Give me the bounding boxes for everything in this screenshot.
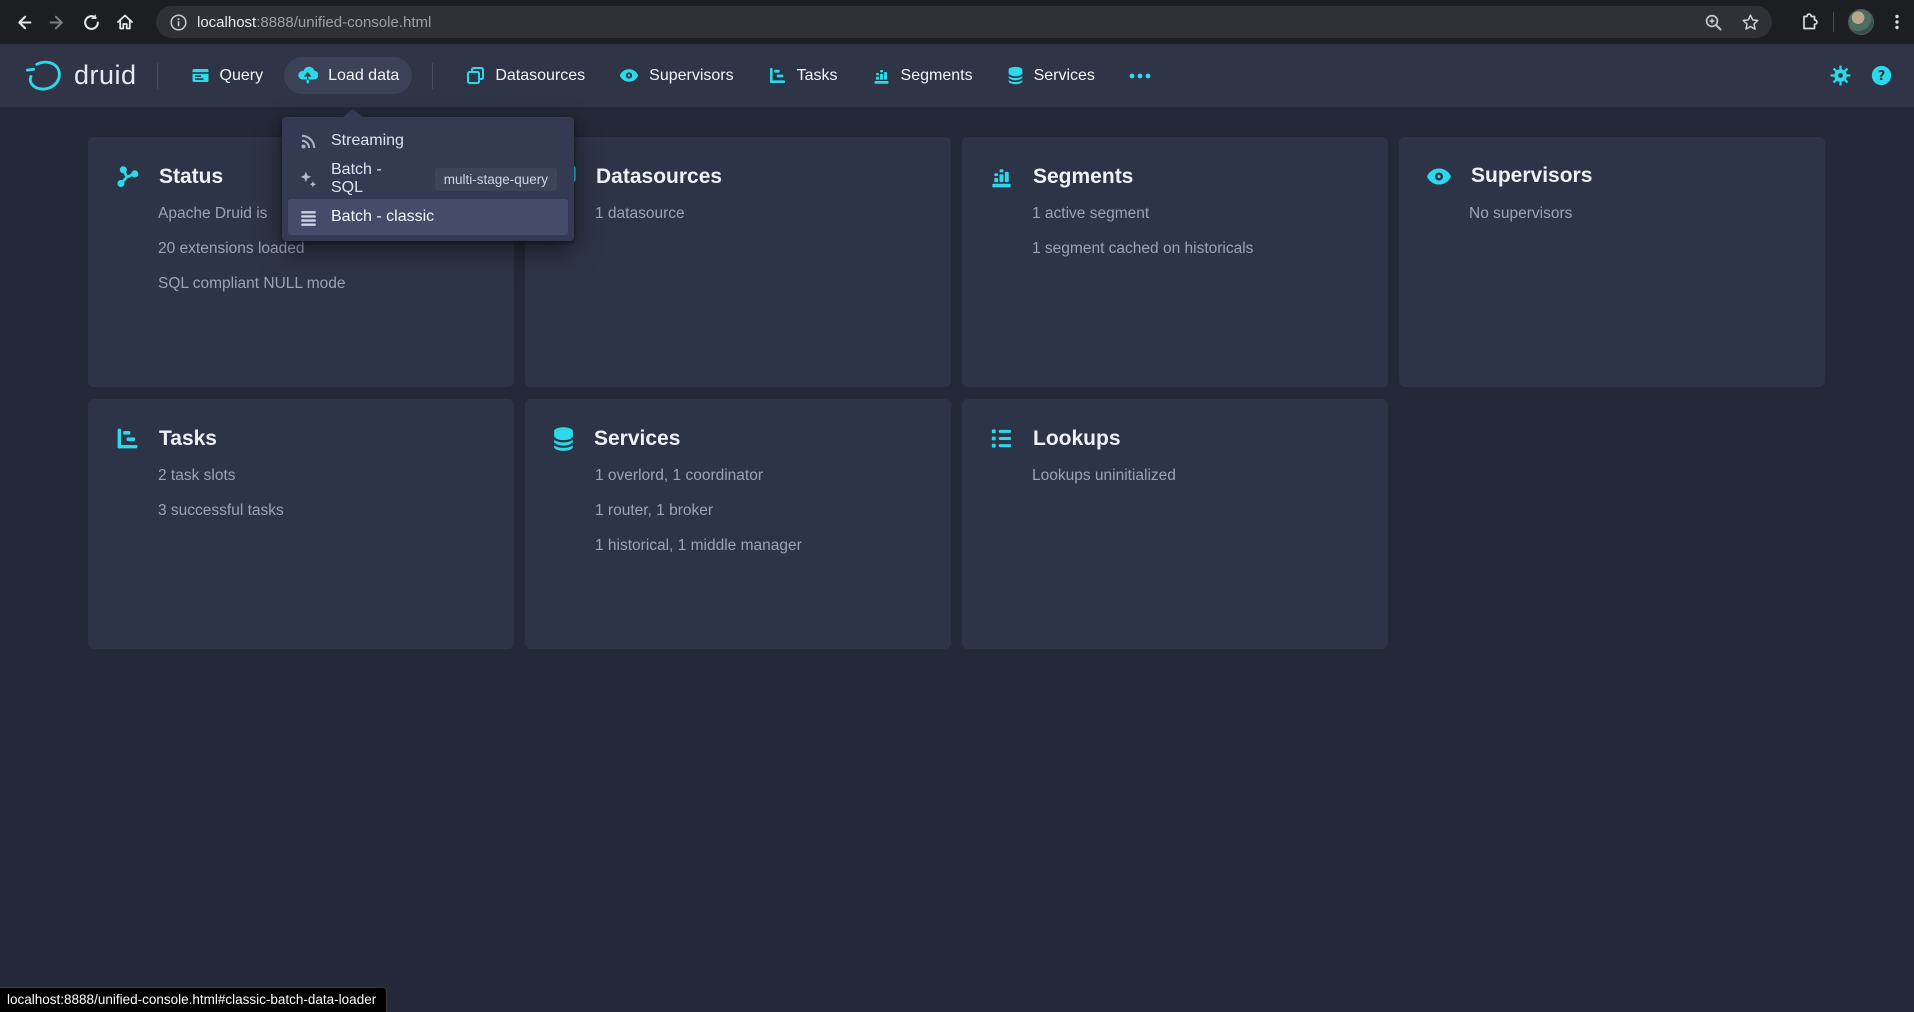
card-datasources[interactable]: Datasources 1 datasource (525, 137, 951, 387)
nav-item-segments[interactable]: Segments (859, 57, 986, 94)
services-line: 1 overlord, 1 coordinator (595, 458, 931, 493)
menu-item-batch-classic[interactable]: Batch - classic (288, 199, 568, 235)
druid-brand[interactable]: druid (24, 58, 137, 94)
eye-icon (619, 68, 639, 83)
card-title-services: Services (594, 427, 680, 451)
back-icon (14, 13, 33, 32)
nav-divider (432, 63, 433, 89)
nav-item-tasks[interactable]: Tasks (755, 57, 851, 94)
more-dots-icon (1129, 73, 1151, 79)
card-title-status: Status (159, 165, 223, 189)
home-icon (115, 12, 135, 32)
lookups-line: Lookups uninitialized (1032, 458, 1368, 493)
card-supervisors[interactable]: Supervisors No supervisors (1399, 137, 1825, 387)
nav-item-load-data[interactable]: Load data (284, 57, 412, 94)
list-icon (299, 208, 318, 227)
query-icon (191, 66, 210, 85)
forward-button[interactable] (40, 5, 74, 39)
nav-divider (157, 63, 158, 89)
help-icon[interactable]: ? (1871, 65, 1892, 86)
menu-label-batch-classic: Batch - classic (331, 208, 434, 226)
eye-icon (1426, 167, 1452, 186)
menu-item-streaming[interactable]: Streaming (288, 123, 568, 159)
nav-item-services[interactable]: Services (994, 57, 1108, 94)
datasources-line: 1 datasource (595, 196, 931, 231)
nav-label-supervisors: Supervisors (649, 67, 733, 85)
graph-icon (115, 164, 140, 189)
bar-chart-icon (989, 164, 1014, 189)
brand-name: druid (74, 60, 137, 91)
nav-label-segments: Segments (901, 67, 973, 85)
nav-label-query: Query (220, 67, 264, 85)
bar-chart-icon (872, 66, 891, 85)
back-button[interactable] (6, 5, 40, 39)
nav-label-load-data: Load data (328, 67, 399, 85)
card-title-datasources: Datasources (596, 165, 722, 189)
menu-label-batch-sql: Batch - SQL (331, 161, 411, 197)
tasks-line: 3 successful tasks (158, 493, 494, 528)
extensions-icon[interactable] (1798, 12, 1819, 33)
nav-item-more[interactable] (1116, 64, 1164, 88)
nav-item-query[interactable]: Query (178, 57, 277, 94)
card-title-lookups: Lookups (1033, 427, 1121, 451)
nav-item-supervisors[interactable]: Supervisors (606, 58, 746, 94)
url-bar[interactable]: localhost:8888/unified-console.html (156, 6, 1772, 38)
druid-logo-icon (24, 58, 64, 94)
reload-button[interactable] (74, 5, 108, 39)
card-title-segments: Segments (1033, 165, 1133, 189)
chrome-divider (1833, 12, 1834, 32)
avatar[interactable] (1848, 9, 1874, 35)
card-tasks[interactable]: Tasks 2 task slots 3 successful tasks (88, 399, 514, 649)
nav-label-tasks: Tasks (797, 67, 838, 85)
nav-label-datasources: Datasources (495, 67, 585, 85)
gear-icon[interactable] (1830, 65, 1851, 86)
dropdown-caret (343, 109, 363, 117)
card-title-tasks: Tasks (159, 427, 217, 451)
menu-item-batch-sql[interactable]: Batch - SQL multi-stage-query (288, 161, 568, 197)
supervisors-line: No supervisors (1469, 196, 1805, 231)
card-services[interactable]: Services 1 overlord, 1 coordinator 1 rou… (525, 399, 951, 649)
nav-label-services: Services (1034, 67, 1095, 85)
menu-label-streaming: Streaming (331, 132, 404, 150)
load-data-dropdown: Streaming Batch - SQL multi-stage-query … (282, 117, 574, 241)
gantt-icon (115, 426, 140, 451)
multi-stage-query-tag: multi-stage-query (435, 168, 557, 191)
tasks-line: 2 task slots (158, 458, 494, 493)
database-icon (1007, 66, 1024, 85)
properties-icon (989, 426, 1014, 451)
link-preview-statusbar: localhost:8888/unified-console.html#clas… (0, 987, 387, 1012)
reload-icon (82, 13, 101, 32)
browser-chrome: localhost:8888/unified-console.html (0, 0, 1914, 44)
card-segments[interactable]: Segments 1 active segment 1 segment cach… (962, 137, 1388, 387)
segments-line: 1 segment cached on historicals (1032, 231, 1368, 266)
zoom-icon[interactable] (1704, 13, 1723, 32)
info-icon[interactable] (170, 14, 187, 31)
druid-navbar: druid Query Load data Datasources Superv… (0, 44, 1914, 107)
segments-line: 1 active segment (1032, 196, 1368, 231)
menu-kebab-icon[interactable] (1888, 13, 1906, 31)
card-title-supervisors: Supervisors (1471, 164, 1592, 188)
feed-icon (299, 132, 318, 151)
card-lookups[interactable]: Lookups Lookups uninitialized (962, 399, 1388, 649)
url-text: localhost:8888/unified-console.html (197, 14, 431, 31)
services-line: 1 historical, 1 middle manager (595, 528, 931, 563)
datasources-icon (466, 66, 485, 85)
services-line: 1 router, 1 broker (595, 493, 931, 528)
database-icon (552, 426, 575, 452)
status-line: SQL compliant NULL mode (158, 266, 494, 301)
forward-icon (48, 13, 67, 32)
nav-item-datasources[interactable]: Datasources (453, 57, 598, 94)
sparkles-icon (299, 170, 318, 189)
cloud-upload-icon (297, 66, 318, 85)
gantt-icon (768, 66, 787, 85)
home-button[interactable] (108, 5, 142, 39)
svg-text:?: ? (1878, 69, 1886, 84)
star-icon[interactable] (1741, 13, 1760, 32)
